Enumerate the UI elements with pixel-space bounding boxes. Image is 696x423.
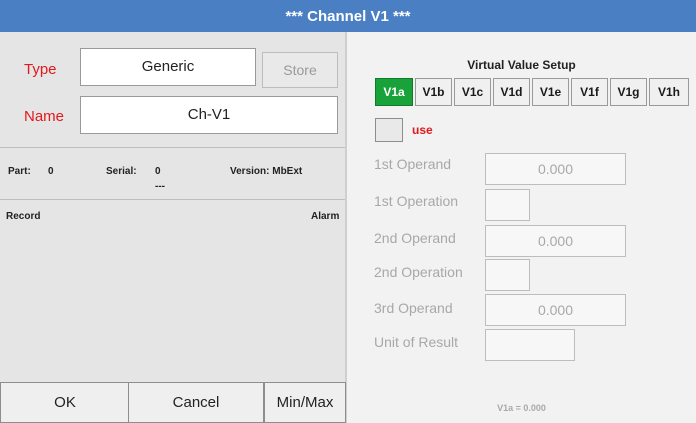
virtual-setup-title: Virtual Value Setup	[467, 58, 576, 72]
divider	[0, 147, 345, 148]
divider	[0, 199, 345, 200]
name-field[interactable]: Ch-V1	[80, 96, 338, 134]
second-operation-field[interactable]	[485, 259, 530, 291]
second-operand-label: 2nd Operand	[374, 230, 456, 246]
result-text: V1a = 0.000	[497, 403, 546, 413]
third-operand-label: 3rd Operand	[374, 300, 453, 316]
use-checkbox[interactable]	[375, 118, 403, 142]
first-operation-field[interactable]	[485, 189, 530, 221]
unit-of-result-field[interactable]	[485, 329, 575, 361]
third-operand-field[interactable]: 0.000	[485, 294, 626, 326]
tab-v1c[interactable]: V1c	[454, 78, 491, 106]
alarm-label: Alarm	[311, 211, 340, 222]
tab-v1f[interactable]: V1f	[571, 78, 608, 106]
left-panel	[0, 32, 345, 423]
version-label: Version: MbExt	[230, 166, 303, 177]
serial-label: Serial:	[106, 166, 137, 177]
tab-v1a[interactable]: V1a	[375, 78, 413, 106]
tab-v1g[interactable]: V1g	[610, 78, 647, 106]
tab-v1e[interactable]: V1e	[532, 78, 569, 106]
serial-value: 0	[155, 166, 161, 177]
first-operation-label: 1st Operation	[374, 193, 459, 209]
tab-v1b[interactable]: V1b	[415, 78, 452, 106]
use-label: use	[412, 123, 433, 137]
window-title: *** Channel V1 ***	[0, 0, 696, 32]
name-label: Name	[24, 108, 65, 125]
type-label: Type	[24, 61, 57, 78]
cancel-button[interactable]: Cancel	[128, 382, 264, 423]
serial-sub: ---	[155, 181, 165, 192]
type-field[interactable]: Generic	[80, 48, 256, 86]
first-operand-field[interactable]: 0.000	[485, 153, 626, 185]
tab-v1h[interactable]: V1h	[649, 78, 689, 106]
first-operand-label: 1st Operand	[374, 156, 452, 172]
second-operand-field[interactable]: 0.000	[485, 225, 626, 257]
record-label: Record	[6, 211, 41, 222]
store-button[interactable]: Store	[262, 52, 338, 88]
unit-of-result-label: Unit of Result	[374, 334, 459, 350]
part-label: Part:	[8, 166, 31, 177]
tab-v1d[interactable]: V1d	[493, 78, 530, 106]
minmax-button[interactable]: Min/Max	[264, 382, 346, 423]
ok-button[interactable]: OK	[0, 382, 130, 423]
channel-window: *** Channel V1 *** Type Generic Store Na…	[0, 0, 696, 423]
part-value: 0	[48, 166, 54, 177]
second-operation-label: 2nd Operation	[374, 264, 463, 280]
